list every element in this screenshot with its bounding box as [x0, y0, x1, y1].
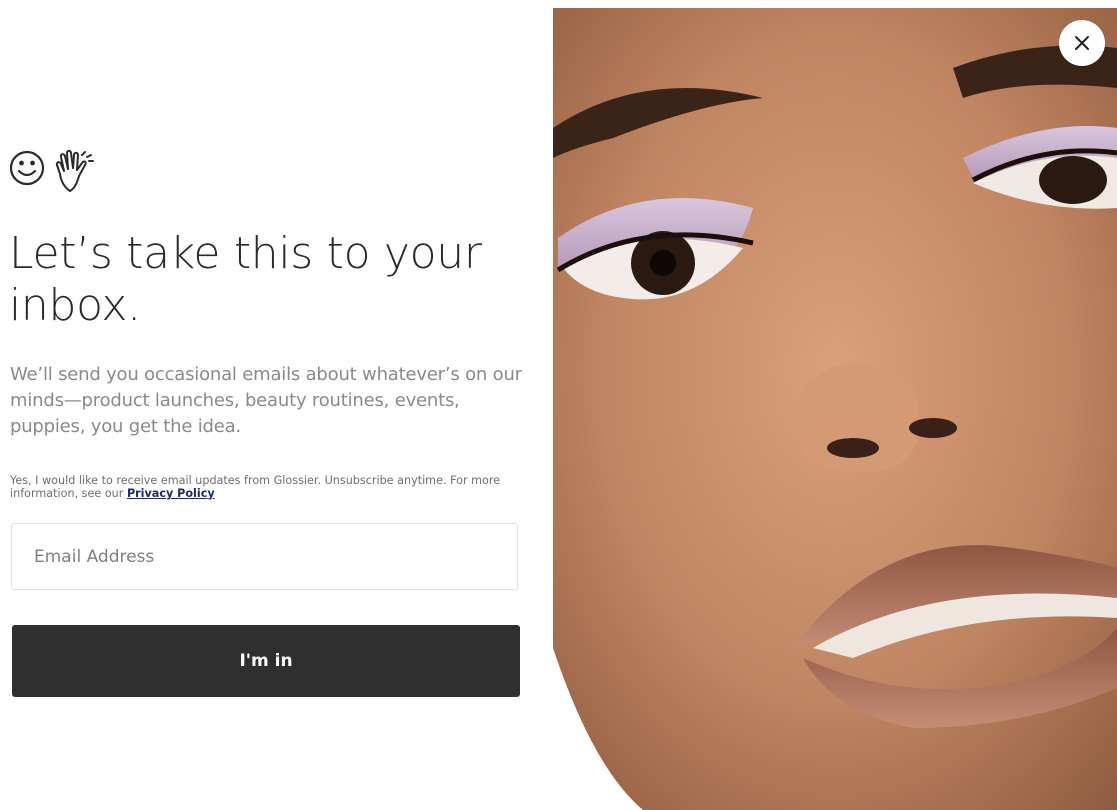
- waving-hand-icon: [55, 149, 94, 192]
- headline: Let’s take this to your inbox.: [9, 228, 482, 331]
- description-text: We’ll send you occasional emails about w…: [10, 364, 522, 437]
- submit-button[interactable]: I'm in: [12, 625, 520, 697]
- email-field[interactable]: [11, 523, 518, 590]
- close-button[interactable]: [1059, 20, 1105, 66]
- face-photo-illustration: [553, 8, 1117, 810]
- privacy-policy-link[interactable]: Privacy Policy: [127, 487, 215, 500]
- smiley-face-icon: [9, 150, 45, 186]
- model-photo: [553, 8, 1117, 810]
- newsletter-modal: Let’s take this to your inbox. We’ll sen…: [0, 0, 1117, 810]
- emoji-illustration: [9, 149, 94, 192]
- close-icon: [1075, 36, 1089, 50]
- consent-text: Yes, I would like to receive email updat…: [10, 474, 530, 500]
- emoji-row: [9, 143, 120, 199]
- consent-copy: Yes, I would like to receive email updat…: [10, 474, 501, 500]
- signup-panel: Let’s take this to your inbox. We’ll sen…: [0, 0, 553, 810]
